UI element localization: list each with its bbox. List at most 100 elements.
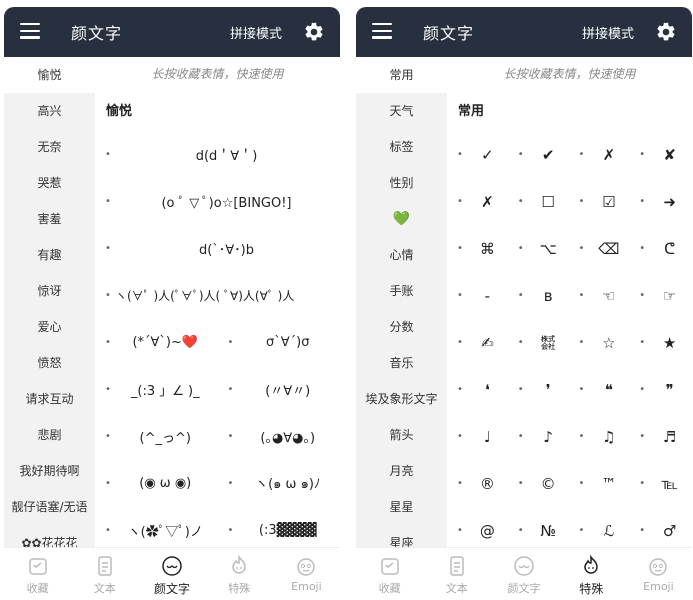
kaomoji-row: • d(d＇∀＇) <box>95 131 340 178</box>
nav-item-kaomoji[interactable]: 颜文字 <box>490 548 557 600</box>
splice-mode-button[interactable]: 拼接模式 <box>582 23 634 42</box>
symbol-item[interactable]: • ʙ <box>510 272 571 319</box>
sidebar-item[interactable]: 我好期待啊 <box>4 453 95 489</box>
symbol-item[interactable]: • ☐ <box>510 178 571 225</box>
sidebar-item[interactable]: 愉悦 <box>4 57 95 93</box>
symbol-item[interactable]: • ♪ <box>510 413 571 460</box>
symbol-item[interactable]: • ❞ <box>631 366 692 413</box>
sidebar-item[interactable]: 手账 <box>356 273 447 309</box>
symbol-item[interactable]: • ⌘ <box>449 225 510 272</box>
sidebar-item[interactable]: 箭头 <box>356 417 447 453</box>
symbol-item[interactable]: • ✍ <box>449 319 510 366</box>
sidebar-item[interactable]: 无奈 <box>4 129 95 165</box>
kaomoji-item[interactable]: • d(d＇∀＇) <box>95 131 340 178</box>
gear-icon[interactable] <box>303 21 325 43</box>
symbol-item[interactable]: • № <box>510 507 571 547</box>
symbol-item[interactable]: • ✘ <box>631 131 692 178</box>
symbol-item[interactable]: • ♂ <box>631 507 692 547</box>
sidebar-item[interactable]: 星座 <box>356 525 447 547</box>
kaomoji-item[interactable]: • _(:3 」∠ )_ <box>95 366 218 413</box>
sidebar-item[interactable]: 常用 <box>356 57 447 93</box>
sidebar-item[interactable]: 月亮 <box>356 453 447 489</box>
sidebar-item[interactable]: 有趣 <box>4 237 95 273</box>
sidebar-item[interactable]: 星星 <box>356 489 447 525</box>
kaomoji-item[interactable]: • (◉ ω ◉) <box>95 460 218 507</box>
symbol-item[interactable]: • ♬ <box>631 413 692 460</box>
symbol-item[interactable]: • ❜ <box>510 366 571 413</box>
kaomoji-item[interactable]: • (｡◕∀◕｡) <box>218 413 341 460</box>
sidebar-item[interactable]: 哭惹 <box>4 165 95 201</box>
symbol-item[interactable]: • ♫ <box>571 413 632 460</box>
symbol-item[interactable]: • @ <box>449 507 510 547</box>
sidebar-item[interactable]: 天气 <box>356 93 447 129</box>
sidebar-item[interactable]: 标签 <box>356 129 447 165</box>
symbol-item[interactable]: • ✔ <box>510 131 571 178</box>
kaomoji-item[interactable]: • σ`∀´)σ <box>218 319 341 366</box>
nav-item-emoji[interactable]: Emoji <box>273 548 340 600</box>
nav-item-favorites[interactable]: 收藏 <box>356 548 423 600</box>
symbol-item[interactable]: • ™ <box>571 460 632 507</box>
symbol-item[interactable]: • ☜ <box>571 272 632 319</box>
nav-item-special[interactable]: 特殊 <box>206 548 273 600</box>
symbol-item[interactable]: • ⌥ <box>510 225 571 272</box>
kaomoji-item[interactable]: • ヽ(๑ ω ๑)ﾉ <box>218 460 341 507</box>
kaomoji-item[interactable]: • ヽ(✿ﾟ▽ﾟ)ノ <box>95 507 218 547</box>
sidebar-item[interactable]: 心情 <box>356 237 447 273</box>
kaomoji-item[interactable]: • (〃∀〃) <box>218 366 341 413</box>
bullet-dot: • <box>105 337 111 348</box>
nav-item-text[interactable]: 文本 <box>423 548 490 600</box>
sidebar-item[interactable]: 埃及象形文字 <box>356 381 447 417</box>
nav-item-special[interactable]: 特殊 <box>558 548 625 600</box>
symbol-item[interactable]: • ✓ <box>449 131 510 178</box>
splice-mode-button[interactable]: 拼接模式 <box>230 23 282 42</box>
favorites-icon <box>380 558 399 575</box>
symbol-item[interactable]: • ㍿ <box>510 319 571 366</box>
sidebar-item[interactable]: 分数 <box>356 309 447 345</box>
sidebar-item[interactable]: ✿✿花花花 <box>4 525 95 547</box>
kaomoji-item[interactable]: • d(`･∀･)b <box>95 225 340 272</box>
symbol-item[interactable]: • ☞ <box>631 272 692 319</box>
menu-icon[interactable] <box>20 23 40 41</box>
symbol-item[interactable]: • ❝ <box>571 366 632 413</box>
nav-item-kaomoji[interactable]: 颜文字 <box>138 548 205 600</box>
symbol-item[interactable]: • ® <box>449 460 510 507</box>
gear-icon[interactable] <box>655 21 677 43</box>
sidebar-item[interactable]: 音乐 <box>356 345 447 381</box>
sidebar-item[interactable]: 愤怒 <box>4 345 95 381</box>
nav-item-emoji[interactable]: Emoji <box>625 548 692 600</box>
sidebar-item[interactable]: 惊讶 <box>4 273 95 309</box>
symbol-item[interactable]: • © <box>510 460 571 507</box>
symbol-item[interactable]: • - <box>449 272 510 319</box>
sidebar-item[interactable]: 悲剧 <box>4 417 95 453</box>
symbol-item[interactable]: • ★ <box>631 319 692 366</box>
kaomoji-row: • (*´∀`)~❤️ • σ`∀´)σ <box>95 319 340 366</box>
bullet-dot: • <box>105 149 111 160</box>
symbol-item[interactable]: • ⌫ <box>571 225 632 272</box>
kaomoji-item[interactable]: • ヽ(∀ﾟ )人(ﾟ∀ﾟ)人( ﾟ∀)人(∀ﾟ )人 <box>95 272 340 319</box>
symbol-item[interactable]: • ℒ <box>571 507 632 547</box>
symbol-item[interactable]: • ❛ <box>449 366 510 413</box>
symbol-item[interactable]: • ✗ <box>571 131 632 178</box>
sidebar-item[interactable]: 高兴 <box>4 93 95 129</box>
symbol-item[interactable]: • ☑ <box>571 178 632 225</box>
nav-item-favorites[interactable]: 收藏 <box>4 548 71 600</box>
symbol-item[interactable]: • ♩ <box>449 413 510 460</box>
kaomoji-item[interactable]: • (*´∀`)~❤️ <box>95 319 218 366</box>
sidebar-item[interactable]: 靓仔语塞/无语 <box>4 489 95 525</box>
symbol-item[interactable]: • ᕦ <box>631 225 692 272</box>
sidebar-item[interactable]: 💚 <box>356 201 447 237</box>
kaomoji-item[interactable]: • (^_っ^) <box>95 413 218 460</box>
kaomoji-item[interactable]: • (:3▓▓▓▓ <box>218 507 341 547</box>
sidebar-item[interactable]: 害羞 <box>4 201 95 237</box>
kaomoji-item[interactable]: • (o ﾟ ▽ ﾟ)o☆[BINGO!] <box>95 178 340 225</box>
symbol-item[interactable]: • ☆ <box>571 319 632 366</box>
symbol-item[interactable]: • ℡ <box>631 460 692 507</box>
sidebar-item[interactable]: 爱心 <box>4 309 95 345</box>
sidebar-item[interactable]: 请求互动 <box>4 381 95 417</box>
symbol-item[interactable]: • ➜ <box>631 178 692 225</box>
nav-item-text[interactable]: 文本 <box>71 548 138 600</box>
bullet-dot: • <box>517 525 524 536</box>
menu-icon[interactable] <box>372 23 392 41</box>
sidebar-item[interactable]: 性别 <box>356 165 447 201</box>
symbol-item[interactable]: • ✗ <box>449 178 510 225</box>
